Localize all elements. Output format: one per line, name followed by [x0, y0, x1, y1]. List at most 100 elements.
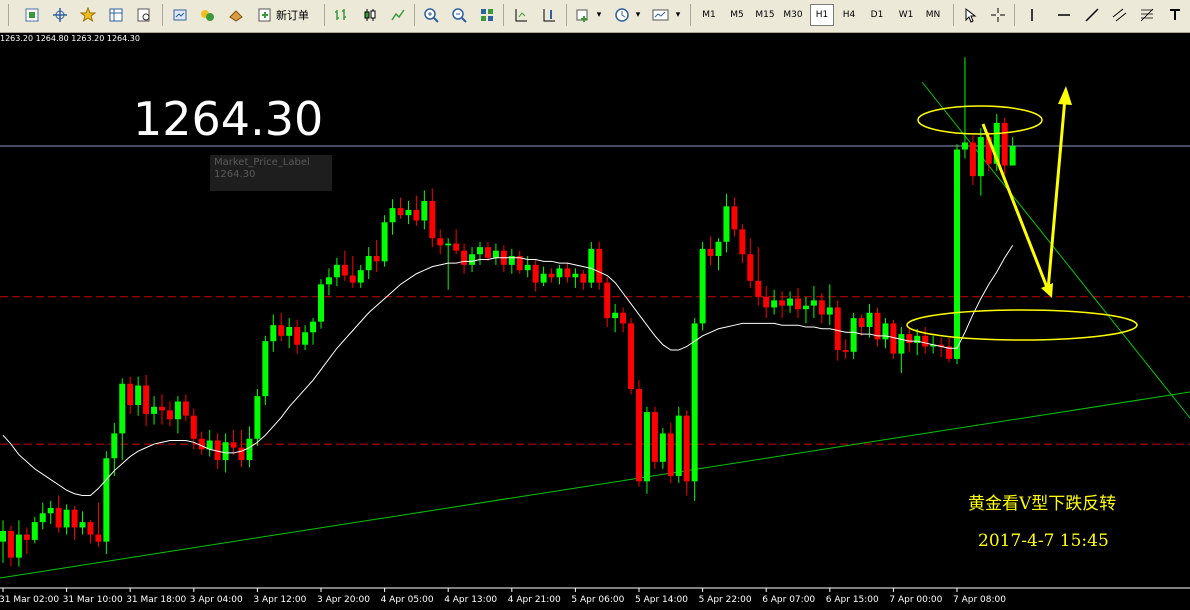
- text-icon[interactable]: [1165, 4, 1185, 26]
- candle-body: [413, 209, 420, 221]
- bar-chart-icon[interactable]: [331, 4, 351, 26]
- equidistant-channel-icon[interactable]: [1110, 4, 1130, 26]
- timeframe-mn[interactable]: MN: [921, 4, 945, 26]
- indicators-icon[interactable]: [573, 4, 593, 26]
- timeframe-h4[interactable]: H4: [837, 4, 861, 26]
- zoom-out-icon[interactable]: [449, 4, 469, 26]
- candle-body: [373, 256, 380, 262]
- candle-body: [580, 273, 587, 283]
- candle-body: [771, 300, 778, 308]
- candle-body: [898, 334, 905, 354]
- line-chart-icon[interactable]: [388, 4, 408, 26]
- x-tick-label: 4 Apr 21:00: [508, 595, 561, 605]
- x-tick-label: 31 Mar 02:00: [0, 595, 59, 605]
- chevron-down-icon[interactable]: ▾: [633, 4, 643, 26]
- candle-body: [15, 534, 22, 558]
- autotrading-icon[interactable]: [226, 4, 246, 26]
- chevron-down-icon[interactable]: ▾: [594, 4, 604, 26]
- new-order-icon[interactable]: [255, 4, 275, 26]
- ohlc-readout: 1263.20 1264.80 1263.20 1264.30: [0, 34, 140, 43]
- toolbar-separator: [953, 4, 954, 26]
- templates-icon[interactable]: [651, 4, 671, 26]
- autoscroll-icon[interactable]: [511, 4, 531, 26]
- candle-body: [341, 264, 348, 276]
- candlestick-icon[interactable]: [360, 4, 380, 26]
- crosshair-tool-icon[interactable]: [988, 4, 1008, 26]
- profiles-icon[interactable]: [50, 4, 70, 26]
- vertical-line-icon[interactable]: [1022, 4, 1042, 26]
- candle-body: [31, 522, 38, 540]
- candle: [691, 318, 698, 501]
- candle-body: [7, 531, 14, 558]
- x-tick-label: 5 Apr 22:00: [699, 595, 752, 605]
- new-order-button[interactable]: 新订单: [273, 4, 312, 26]
- chevron-down-icon[interactable]: ▾: [673, 4, 683, 26]
- toolbar-separator: [8, 4, 9, 26]
- candle: [628, 318, 635, 395]
- tile-windows-icon[interactable]: [477, 4, 497, 26]
- candle-body: [381, 222, 388, 262]
- candle-body: [723, 206, 730, 242]
- candle-body: [715, 241, 722, 256]
- candle: [318, 279, 324, 329]
- x-tick-label: 31 Mar 18:00: [126, 595, 186, 605]
- candle-body: [667, 433, 674, 476]
- candle-body: [79, 522, 86, 528]
- new-chart-icon[interactable]: [22, 4, 42, 26]
- market-watch-icon[interactable]: [106, 4, 126, 26]
- strategy-tester-icon[interactable]: [197, 4, 217, 26]
- candle-body: [532, 264, 539, 283]
- market-price-label-box: Market_Price_Label 1264.30: [210, 155, 332, 191]
- candle-body: [357, 270, 364, 283]
- candle-body: [755, 280, 762, 297]
- candle-body: [954, 149, 960, 359]
- candle-body: [977, 137, 984, 177]
- candle-body: [190, 415, 197, 439]
- candle-body: [1001, 122, 1008, 166]
- candle-body: [540, 273, 547, 283]
- candle-body: [636, 389, 642, 482]
- timeframe-w1[interactable]: W1: [894, 4, 918, 26]
- timeframe-m1[interactable]: M1: [697, 4, 721, 26]
- zoom-in-icon[interactable]: [421, 4, 441, 26]
- timeframe-h1[interactable]: H1: [810, 4, 834, 26]
- horizontal-line-icon[interactable]: [1054, 4, 1074, 26]
- trendline-icon[interactable]: [1082, 4, 1102, 26]
- x-tick-label: 7 Apr 08:00: [953, 595, 1006, 605]
- candle-body: [95, 534, 102, 542]
- candle-body: [795, 298, 801, 310]
- periods-icon[interactable]: [612, 4, 632, 26]
- candle-body: [238, 447, 245, 461]
- timeframe-d1[interactable]: D1: [865, 4, 889, 26]
- timeframe-m5[interactable]: M5: [725, 4, 749, 26]
- timeframe-m15[interactable]: M15: [753, 4, 777, 26]
- favorites-icon[interactable]: [78, 4, 98, 26]
- candle-body: [270, 325, 277, 342]
- terminal-icon[interactable]: [170, 4, 190, 26]
- candle-body: [397, 208, 404, 216]
- candle: [381, 215, 388, 267]
- x-tick-label: 4 Apr 13:00: [444, 595, 497, 605]
- candle-body: [818, 300, 825, 315]
- candle: [262, 335, 269, 406]
- candle-body: [302, 332, 309, 345]
- candle-body: [246, 438, 253, 461]
- candle-body: [675, 415, 682, 476]
- x-tick-label: 5 Apr 06:00: [571, 595, 624, 605]
- candle-body: [421, 201, 428, 221]
- fibonacci-icon[interactable]: [1137, 4, 1157, 26]
- candle: [675, 406, 682, 484]
- navigator-icon[interactable]: [134, 4, 154, 26]
- chart-shift-icon[interactable]: [539, 4, 559, 26]
- candle-body: [294, 326, 301, 345]
- candle-body: [1009, 146, 1016, 166]
- candle-body: [151, 406, 158, 414]
- annotation-datetime: 2017-4-7 15:45: [978, 531, 1109, 551]
- cursor-icon[interactable]: [960, 4, 980, 26]
- candle: [699, 241, 706, 331]
- candle-body: [453, 243, 460, 251]
- candle-body: [779, 300, 786, 306]
- candle-body: [143, 385, 150, 414]
- timeframe-m30[interactable]: M30: [781, 4, 805, 26]
- candle-body: [230, 442, 237, 448]
